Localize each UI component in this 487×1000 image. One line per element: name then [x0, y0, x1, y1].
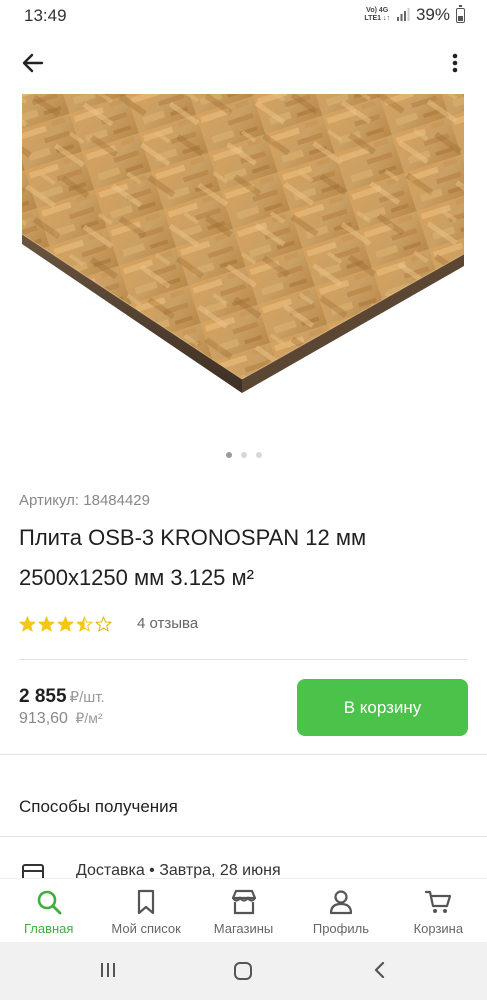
back-nav-icon[interactable] [370, 960, 390, 980]
nav-item-my-list[interactable]: Мой список [97, 879, 194, 942]
star-icon [95, 616, 112, 631]
star-icon [76, 616, 93, 631]
signal-icon [396, 8, 410, 21]
nav-item-home[interactable]: Главная [0, 879, 97, 942]
network-indicator: Vo) 4G LTE1 ↓↑ [364, 7, 390, 23]
nav-label: Корзина [413, 921, 464, 936]
back-button[interactable] [18, 48, 50, 78]
price-per-sqm: 913,60 ₽/м² [19, 710, 102, 728]
divider [0, 836, 487, 837]
rating-stars [19, 616, 112, 632]
nav-label: Профиль [312, 921, 369, 936]
divider [19, 659, 468, 660]
search-icon [37, 890, 62, 915]
profile-icon [329, 890, 353, 915]
product-rating[interactable]: 4 отзыва [19, 615, 198, 632]
nav-label: Мой список [111, 921, 181, 936]
product-image[interactable] [0, 94, 487, 444]
more-options-button[interactable] [445, 48, 465, 78]
delivery-truck-icon [22, 864, 44, 878]
recent-apps-icon[interactable] [98, 960, 118, 980]
price-sqm-value: 913,60 [19, 710, 68, 727]
home-icon[interactable] [232, 960, 254, 982]
product-sku: Артикул: 18484429 [19, 492, 150, 509]
status-time: 13:49 [24, 6, 67, 25]
osb-board-image [21, 94, 465, 393]
system-navigation-bar [0, 942, 487, 1000]
star-icon [57, 616, 74, 631]
bottom-navigation: Главная Мой список Магазины Профиль Корз… [0, 878, 487, 942]
add-to-cart-button[interactable]: В корзину [297, 679, 468, 736]
image-carousel-dots[interactable] [0, 452, 487, 458]
carousel-dot[interactable] [225, 452, 232, 458]
star-icon [19, 616, 36, 631]
price-value: 2 855 [19, 686, 67, 707]
carousel-dot[interactable] [255, 452, 262, 458]
product-title: Плита OSB-3 KRONOSPAN 12 мм 2500x1250 мм… [19, 525, 367, 590]
network-type-label: Vo) 4G [366, 7, 389, 14]
store-icon [231, 889, 256, 915]
delivery-section-title: Способы получения [19, 797, 178, 816]
price-per-item: 2 855 ₽/шт. [19, 686, 105, 708]
nav-item-cart[interactable]: Корзина [390, 879, 487, 942]
battery-icon [456, 4, 465, 23]
reviews-count[interactable]: 4 отзыва [137, 615, 198, 632]
nav-item-profile[interactable]: Профиль [292, 879, 389, 942]
arrow-back-icon [22, 53, 44, 73]
cart-icon [425, 890, 452, 913]
nav-label: Главная [23, 921, 74, 936]
delivery-text: Доставка • Завтра, 28 июня [76, 862, 281, 878]
price-sqm-unit: ₽/м² [75, 710, 103, 726]
network-lte-label: LTE1 ↓↑ [364, 15, 390, 22]
star-icon [38, 616, 55, 631]
app-bar [0, 32, 487, 94]
nav-label: Магазины [213, 921, 274, 936]
price-unit: ₽/шт. [69, 689, 105, 706]
status-indicators: Vo) 4G LTE1 ↓↑ 39% [364, 4, 465, 25]
carousel-dot[interactable] [240, 452, 247, 458]
divider [0, 754, 487, 755]
status-bar: 13:49 Vo) 4G LTE1 ↓↑ 39% [0, 0, 487, 32]
battery-percentage: 39% [415, 5, 450, 24]
delivery-option[interactable]: Доставка • Завтра, 28 июня [19, 856, 479, 878]
bookmark-icon [138, 889, 155, 915]
more-vertical-icon [452, 53, 458, 73]
nav-item-stores[interactable]: Магазины [195, 879, 292, 942]
